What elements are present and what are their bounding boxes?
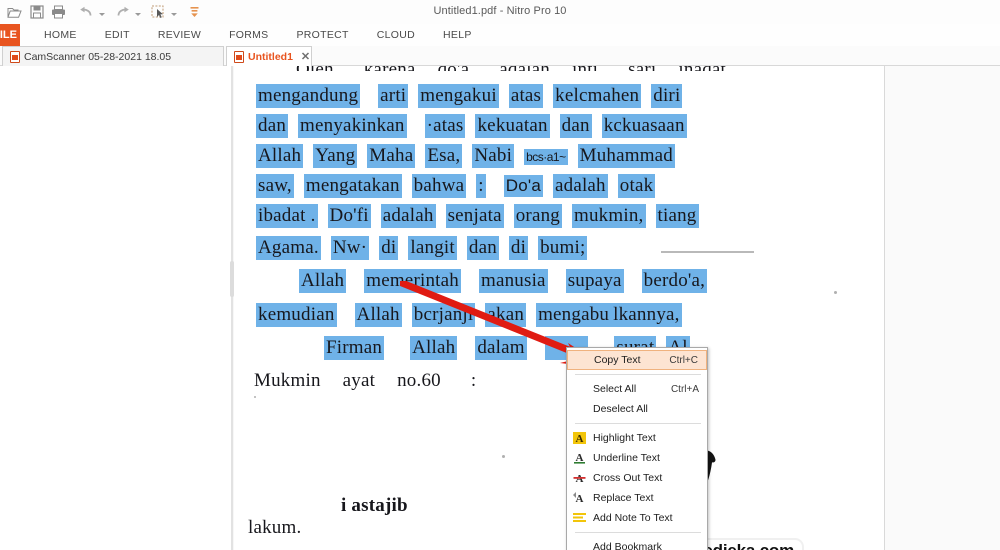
context-menu-separator: [575, 374, 701, 375]
svg-text:A: A: [576, 493, 584, 505]
ribbon-tabs: HOME EDIT REVIEW FORMS PROTECT CLOUD HELP: [30, 24, 486, 46]
document-tab-active[interactable]: Untitled1 ✕: [226, 46, 312, 66]
doc-line[interactable]: kemudian Allah bcrjanji akan mengabu lkannya,: [256, 303, 682, 327]
doc-line[interactable]: Olehkarenado'aadalahintisariinadat ,: [294, 66, 738, 71]
tab-cloud[interactable]: CLOUD: [363, 24, 429, 46]
context-menu-item-label: Select All: [593, 383, 637, 395]
navigation-pane: [0, 66, 232, 550]
svg-text:A: A: [576, 473, 584, 485]
context-menu-item-add-bookmark[interactable]: Add Bookmark: [567, 537, 707, 550]
doc-line[interactable]: mengandung arti mengakui atas kelcmahen diri: [256, 84, 683, 108]
document-tab-label: Untitled1: [248, 50, 293, 63]
ribbon-menu-bar: FILE HOMEEDITREVIEWFORMSPROTECTCLOUDHELP: [0, 24, 1000, 46]
doc-line[interactable]: Allah memerintah manusia supaya berdo'a,: [299, 269, 708, 293]
highlight-text-icon: A: [572, 431, 587, 445]
scan-speck: [834, 291, 837, 294]
title-bar: Untitled1.pdf - Nitro Pro 10: [0, 0, 1000, 24]
context-menu-item-label: Copy Text: [594, 354, 641, 366]
document-tab-strip: CamScanner 05-28-2021 18.05 Untitled1 ✕: [0, 46, 1000, 66]
context-menu-item-label: Highlight Text: [593, 432, 656, 444]
context-menu-item-cross-out-text[interactable]: A Cross Out Text: [567, 468, 707, 488]
context-menu-item-underline-text[interactable]: A Underline Text: [567, 448, 707, 468]
context-menu-item-add-note-to-text[interactable]: Add Note To Text: [567, 508, 707, 528]
doc-line[interactable]: Mukmin ayat no.60:: [252, 369, 478, 393]
context-menu[interactable]: Copy Text Ctrl+C Select All Ctrl+A Deselect …: [566, 347, 708, 550]
doc-line[interactable]: Agama. Nw· di langit dan di bumi;: [256, 236, 588, 260]
context-menu-item-deselect-all[interactable]: Deselect All: [567, 399, 707, 419]
context-menu-item-label: Add Bookmark: [593, 541, 662, 550]
context-menu-item-shortcut: Ctrl+C: [669, 354, 698, 366]
tab-review[interactable]: REVIEW: [144, 24, 215, 46]
tab-file[interactable]: FILE: [0, 24, 20, 46]
tab-home[interactable]: HOME: [30, 24, 91, 46]
navigation-pane-divider[interactable]: [231, 66, 233, 550]
context-menu-item-label: Replace Text: [593, 492, 654, 504]
doc-line[interactable]: dan menyakinkan ·atas kekuatan dan kckuasaan: [256, 114, 687, 138]
document-tab[interactable]: CamScanner 05-28-2021 18.05: [2, 46, 224, 66]
context-menu-item-replace-text[interactable]: A Replace Text: [567, 488, 707, 508]
context-menu-item-label: Cross Out Text: [593, 472, 663, 484]
doc-line[interactable]: Allah Yang Maha Esa, Nabi bcs·a1~ Muhammad: [256, 144, 676, 168]
context-menu-separator: [575, 532, 701, 533]
add-note-icon: [572, 511, 587, 525]
pdf-file-icon: [10, 50, 20, 63]
nitro-pro-window: Untitled1.pdf - Nitro Pro 10 FILE HOMEED…: [0, 0, 1000, 550]
close-icon[interactable]: ✕: [301, 50, 310, 63]
tab-edit[interactable]: EDIT: [91, 24, 144, 46]
doc-line[interactable]: lakum.: [246, 516, 303, 540]
svg-text:A: A: [576, 433, 584, 445]
tab-help[interactable]: HELP: [429, 24, 486, 46]
context-menu-item-label: Deselect All: [593, 403, 648, 415]
context-menu-item-label: Add Note To Text: [593, 512, 673, 524]
context-menu-item-copy-text[interactable]: Copy Text Ctrl+C: [567, 350, 707, 370]
doc-line[interactable]: i astajib: [339, 494, 410, 518]
document-tab-label: CamScanner 05-28-2021 18.05: [24, 50, 172, 63]
scan-artifact-line: [661, 251, 754, 253]
tab-forms[interactable]: FORMS: [215, 24, 282, 46]
work-area: Olehkarenado'aadalahintisariinadat , men…: [0, 66, 1000, 550]
context-menu-separator: [575, 423, 701, 424]
scan-speck: [254, 396, 256, 398]
tab-protect[interactable]: PROTECT: [282, 24, 362, 46]
cross-out-text-icon: A: [572, 471, 587, 485]
doc-line[interactable]: ibadat . Do'fi adalah senjata orang mukmin, ti…: [256, 204, 699, 228]
context-menu-item-shortcut: Ctrl+A: [670, 383, 699, 395]
context-menu-item-highlight-text[interactable]: A Highlight Text: [567, 428, 707, 448]
pdf-page[interactable]: Olehkarenado'aadalahintisariinadat , men…: [234, 66, 885, 550]
doc-line[interactable]: saw, mengatakan bahwa: Do'a adalah otak: [256, 174, 656, 198]
underline-text-icon: A: [572, 451, 587, 465]
pdf-file-icon: [234, 50, 244, 63]
context-menu-item-label: Underline Text: [593, 452, 660, 464]
replace-text-icon: A: [572, 491, 587, 505]
window-title: Untitled1.pdf - Nitro Pro 10: [433, 5, 567, 17]
scan-speck: [502, 455, 505, 458]
context-menu-item-select-all[interactable]: Select All Ctrl+A: [567, 379, 707, 399]
